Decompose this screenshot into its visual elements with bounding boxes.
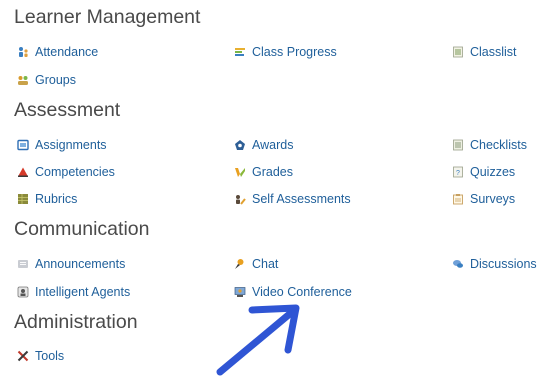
- announcement-icon: [17, 258, 29, 270]
- link-chat[interactable]: Chat: [234, 257, 278, 271]
- link-label: Competencies: [35, 165, 115, 179]
- link-announcements[interactable]: Announcements: [17, 257, 125, 271]
- rubric-icon: [17, 193, 29, 205]
- person-pencil-icon: [234, 193, 246, 205]
- link-class-progress[interactable]: Class Progress: [234, 45, 337, 59]
- link-label: Intelligent Agents: [35, 285, 131, 299]
- dropbox-icon: [17, 139, 29, 151]
- grades-icon: [234, 166, 246, 178]
- list-icon: [452, 46, 464, 58]
- link-label: Rubrics: [35, 192, 78, 206]
- link-label: Awards: [252, 138, 294, 152]
- discussion-icon: [452, 258, 464, 270]
- link-label: Surveys: [470, 192, 516, 206]
- checklist-icon: [452, 139, 464, 151]
- quiz-icon: ?: [452, 166, 464, 178]
- progress-bars-icon: [234, 46, 246, 58]
- link-label: Grades: [252, 165, 293, 179]
- link-label: Checklists: [470, 138, 527, 152]
- link-attendance[interactable]: Attendance: [17, 45, 98, 59]
- link-label: Quizzes: [470, 165, 516, 179]
- link-intelligent-agents[interactable]: Intelligent Agents: [17, 285, 130, 299]
- chat-icon: [234, 258, 246, 270]
- link-label: Assignments: [35, 138, 107, 152]
- link-discussions[interactable]: Discussions: [452, 257, 537, 271]
- section-heading-administration: Administration: [14, 311, 138, 333]
- link-label: Class Progress: [252, 45, 337, 59]
- link-checklists[interactable]: Checklists: [452, 138, 527, 152]
- agent-icon: [17, 286, 29, 298]
- link-assignments[interactable]: Assignments: [17, 138, 107, 152]
- link-quizzes[interactable]: ? Quizzes: [452, 165, 515, 179]
- link-grades[interactable]: Grades: [234, 165, 293, 179]
- link-label: Announcements: [35, 257, 126, 271]
- link-surveys[interactable]: Surveys: [452, 192, 515, 206]
- link-label: Groups: [35, 73, 76, 87]
- tools-icon: [17, 350, 29, 362]
- link-awards[interactable]: Awards: [234, 138, 293, 152]
- link-label: Attendance: [35, 45, 99, 59]
- triangle-icon: [17, 166, 29, 178]
- annotation-arrow-icon: [216, 304, 300, 376]
- section-heading-communication: Communication: [14, 218, 150, 240]
- link-label: Self Assessments: [252, 192, 351, 206]
- survey-icon: [452, 193, 464, 205]
- link-label: Classlist: [470, 45, 517, 59]
- link-rubrics[interactable]: Rubrics: [17, 192, 77, 206]
- link-tools[interactable]: Tools: [17, 349, 64, 363]
- svg-text:?: ?: [456, 170, 460, 177]
- link-groups[interactable]: Groups: [17, 73, 76, 87]
- award-icon: [234, 139, 246, 151]
- people-icon: [17, 46, 29, 58]
- section-heading-learner-management: Learner Management: [14, 6, 201, 28]
- link-label: Discussions: [470, 257, 537, 271]
- link-competencies[interactable]: Competencies: [17, 165, 115, 179]
- link-label: Tools: [35, 349, 65, 363]
- group-icon: [17, 74, 29, 86]
- link-label: Chat: [252, 257, 279, 271]
- link-self-assessments[interactable]: Self Assessments: [234, 192, 351, 206]
- link-classlist[interactable]: Classlist: [452, 45, 517, 59]
- section-heading-assessment: Assessment: [14, 99, 121, 121]
